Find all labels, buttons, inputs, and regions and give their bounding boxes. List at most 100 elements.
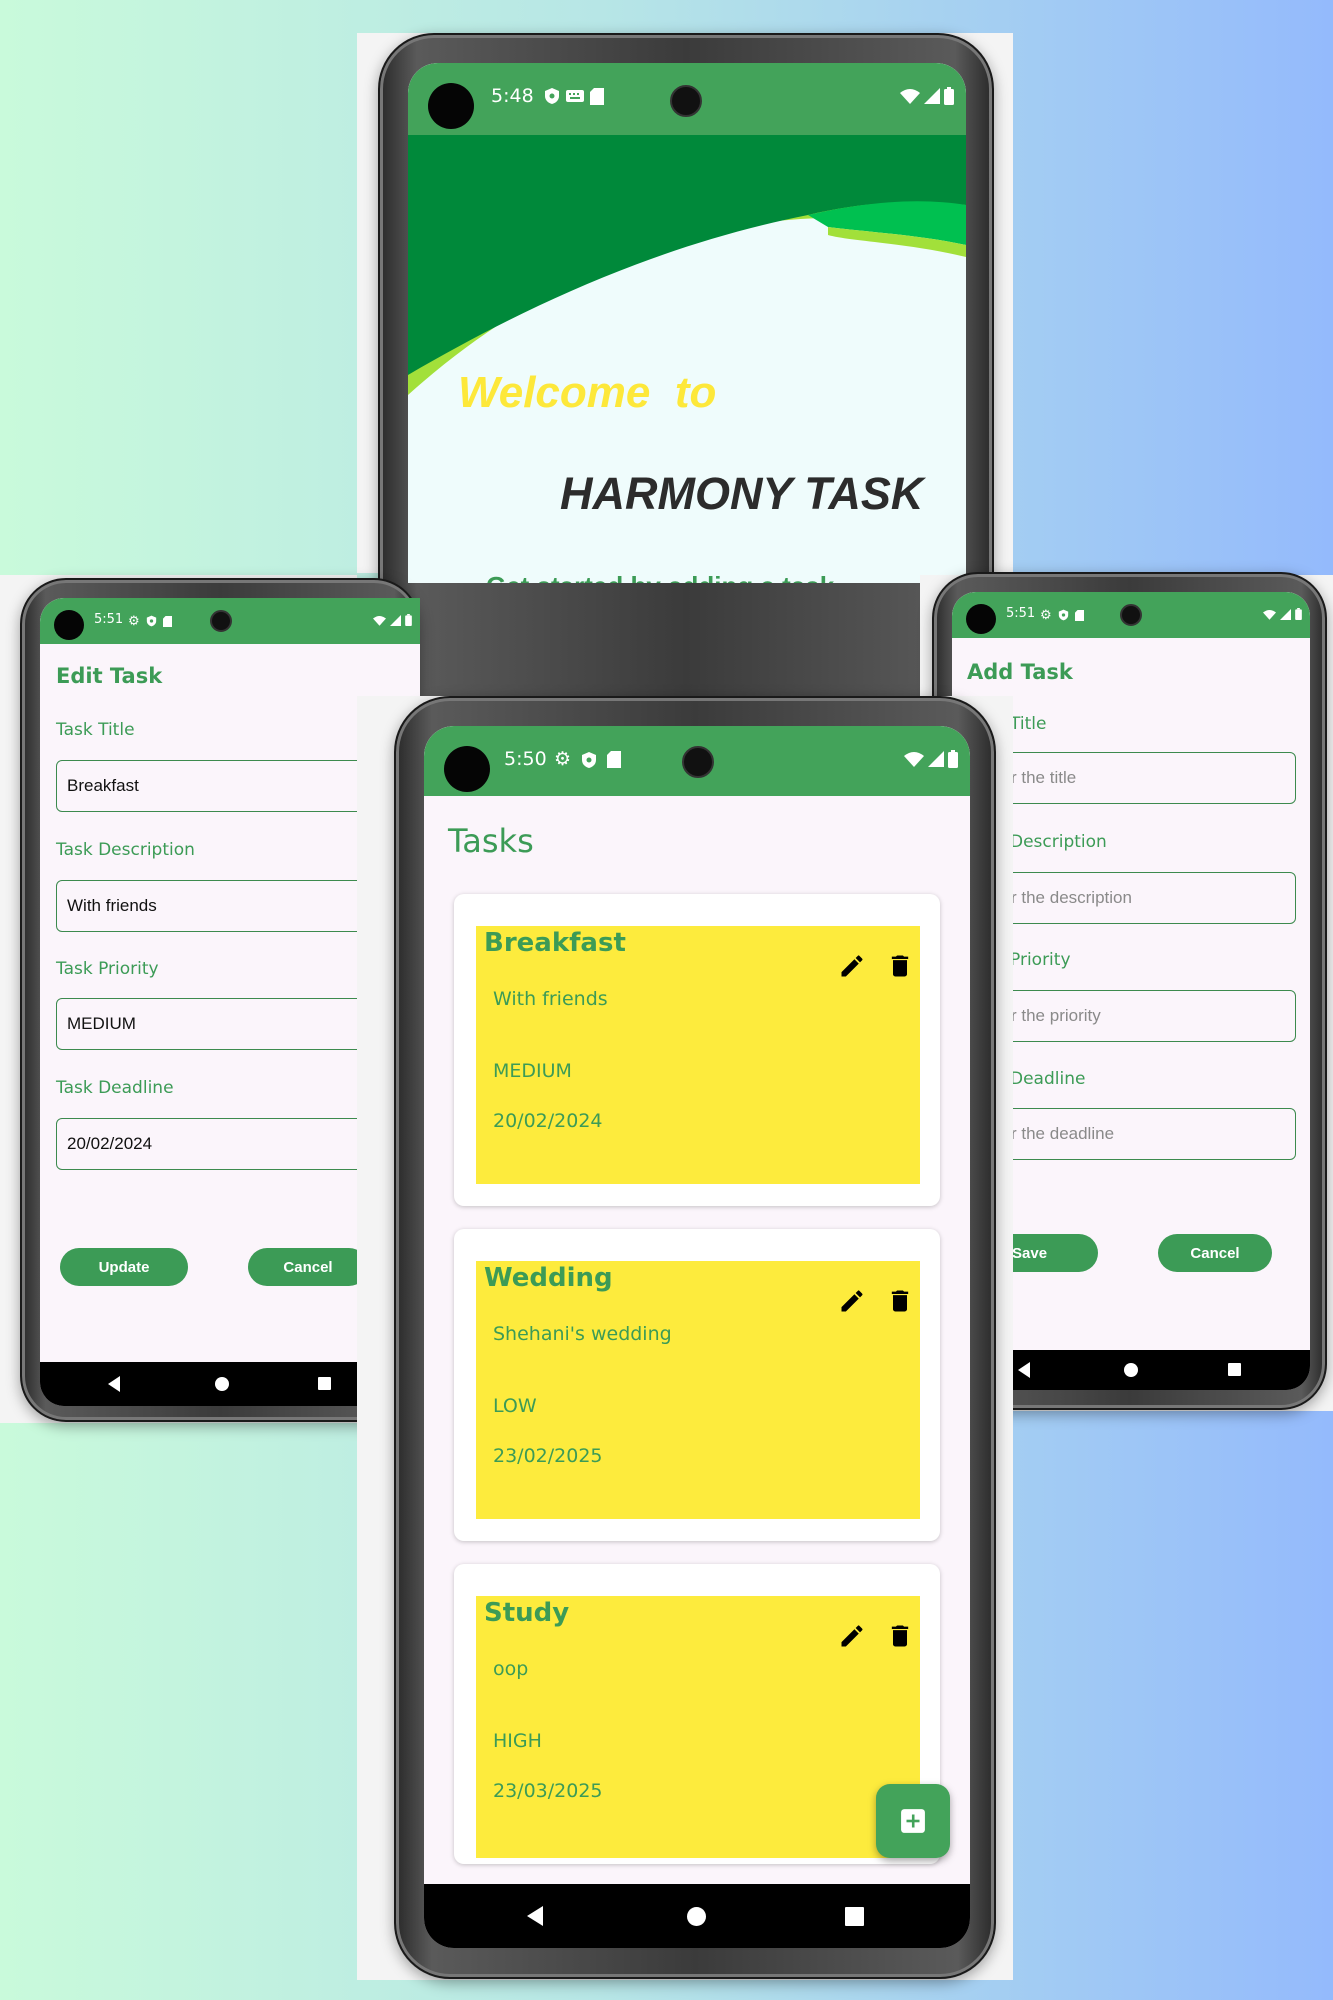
add-icon <box>901 1809 925 1833</box>
nav-back-button[interactable] <box>1018 1362 1030 1378</box>
field-label-deadline: Deadline <box>1010 1069 1086 1089</box>
camera-hole <box>54 610 84 640</box>
task-description: With friends <box>493 988 608 1010</box>
welcome-text: Welcome to <box>458 368 717 417</box>
front-camera <box>210 610 232 632</box>
front-camera <box>670 85 702 117</box>
nav-home-button[interactable] <box>687 1907 706 1926</box>
field-label-deadline: Task Deadline <box>56 1078 174 1098</box>
nav-bar <box>424 1884 970 1948</box>
nav-home-button[interactable] <box>215 1377 229 1391</box>
battery-icon <box>405 614 412 626</box>
camera-hole <box>966 604 996 634</box>
update-button[interactable]: Update <box>60 1248 188 1286</box>
gear-icon: ⚙ <box>554 749 572 770</box>
task-deadline: 23/02/2025 <box>493 1445 603 1467</box>
page-title: Tasks <box>448 822 534 860</box>
edit-icon[interactable] <box>838 1622 866 1650</box>
edit-icon[interactable] <box>838 1287 866 1315</box>
task-content: Breakfast With friends MEDIUM 20/02/2024 <box>476 926 920 1184</box>
status-right-icons <box>373 614 412 626</box>
task-description: Shehani's wedding <box>493 1323 672 1345</box>
welcome-screen: 5:48 Welcome to HARMONY TASK Get started <box>408 63 966 583</box>
task-actions <box>838 1622 914 1650</box>
front-camera <box>682 746 714 778</box>
task-priority: MEDIUM <box>493 1060 572 1082</box>
keyboard-icon <box>566 90 584 102</box>
status-icons: ⚙ <box>128 613 172 629</box>
status-bar: 5:48 <box>408 63 966 135</box>
status-time: 5:50 <box>504 748 547 770</box>
welcome-subtitle-partial: Get started by adding a task <box>486 571 834 583</box>
signal-icon <box>390 614 401 626</box>
gear-icon: ⚙ <box>1040 607 1052 622</box>
status-bar: 5:51 ⚙ <box>952 592 1310 638</box>
shield-icon <box>582 751 597 768</box>
task-deadline: 23/03/2025 <box>493 1780 603 1802</box>
field-label-priority: Priority <box>1010 950 1071 970</box>
task-content: Wedding Shehani's wedding LOW 23/02/2025 <box>476 1261 920 1519</box>
task-description: oop <box>493 1658 529 1680</box>
nav-recents-button[interactable] <box>318 1377 331 1390</box>
delete-icon[interactable] <box>886 1287 914 1315</box>
nav-recents-button[interactable] <box>845 1907 864 1926</box>
shield-icon <box>146 615 156 627</box>
task-priority: LOW <box>493 1395 537 1417</box>
tasks-phone: 5:50 ⚙ Tasks Breakfast With friends MEDI… <box>394 696 996 1979</box>
edit-icon[interactable] <box>838 952 866 980</box>
wifi-icon <box>904 752 924 767</box>
status-bar: 5:51 ⚙ <box>40 598 420 644</box>
shield-icon <box>1058 609 1068 621</box>
task-card[interactable]: Breakfast With friends MEDIUM 20/02/2024 <box>454 894 940 1206</box>
delete-icon[interactable] <box>886 952 914 980</box>
gear-icon: ⚙ <box>128 613 140 628</box>
status-icons <box>544 87 604 105</box>
signal-icon <box>928 751 944 767</box>
task-title: Breakfast <box>484 928 626 958</box>
page-title: Edit Task <box>56 664 163 688</box>
status-right-icons <box>1263 608 1302 620</box>
delete-icon[interactable] <box>886 1622 914 1650</box>
nav-recents-button[interactable] <box>1228 1363 1241 1376</box>
welcome-phone: 5:48 Welcome to HARMONY TASK Get started <box>378 33 994 753</box>
signal-icon <box>1280 608 1291 620</box>
task-card[interactable]: Study oop HIGH 23/03/2025 <box>454 1564 940 1864</box>
status-time: 5:51 <box>1006 606 1036 621</box>
add-task-fab[interactable] <box>876 1784 950 1858</box>
task-title: Study <box>484 1598 570 1628</box>
sd-card-icon <box>590 87 604 105</box>
status-right-icons <box>900 87 954 105</box>
tasks-screen: 5:50 ⚙ Tasks Breakfast With friends MEDI… <box>424 726 970 1948</box>
task-card[interactable]: Wedding Shehani's wedding LOW 23/02/2025 <box>454 1229 940 1541</box>
camera-hole <box>444 746 490 792</box>
wifi-icon <box>900 89 920 104</box>
task-content: Study oop HIGH 23/03/2025 <box>476 1596 920 1858</box>
status-icons: ⚙ <box>554 748 622 771</box>
task-actions <box>838 952 914 980</box>
field-label-description: Task Description <box>56 840 195 860</box>
status-bar: 5:50 ⚙ <box>424 726 970 796</box>
task-actions <box>838 1287 914 1315</box>
front-camera <box>1120 604 1142 626</box>
signal-icon <box>924 88 940 104</box>
status-time: 5:48 <box>491 85 534 107</box>
battery-icon <box>1295 608 1302 620</box>
cancel-button[interactable]: Cancel <box>248 1248 368 1286</box>
wifi-icon <box>1263 609 1276 620</box>
nav-back-button[interactable] <box>527 1906 543 1926</box>
app-name: HARMONY TASK <box>560 468 924 519</box>
wifi-icon <box>373 615 386 626</box>
battery-icon <box>948 750 958 768</box>
nav-home-button[interactable] <box>1124 1363 1138 1377</box>
status-icons: ⚙ <box>1040 607 1084 623</box>
shield-icon <box>545 88 559 104</box>
cancel-button[interactable]: Cancel <box>1158 1234 1272 1272</box>
page-title: Add Task <box>967 660 1073 684</box>
status-time: 5:51 <box>94 612 124 627</box>
field-label-title: Title <box>1010 714 1047 734</box>
field-label-description: Description <box>1010 832 1107 852</box>
field-label-priority: Task Priority <box>56 959 159 979</box>
task-title: Wedding <box>484 1263 613 1293</box>
nav-back-button[interactable] <box>108 1376 120 1392</box>
task-priority: HIGH <box>493 1730 542 1752</box>
